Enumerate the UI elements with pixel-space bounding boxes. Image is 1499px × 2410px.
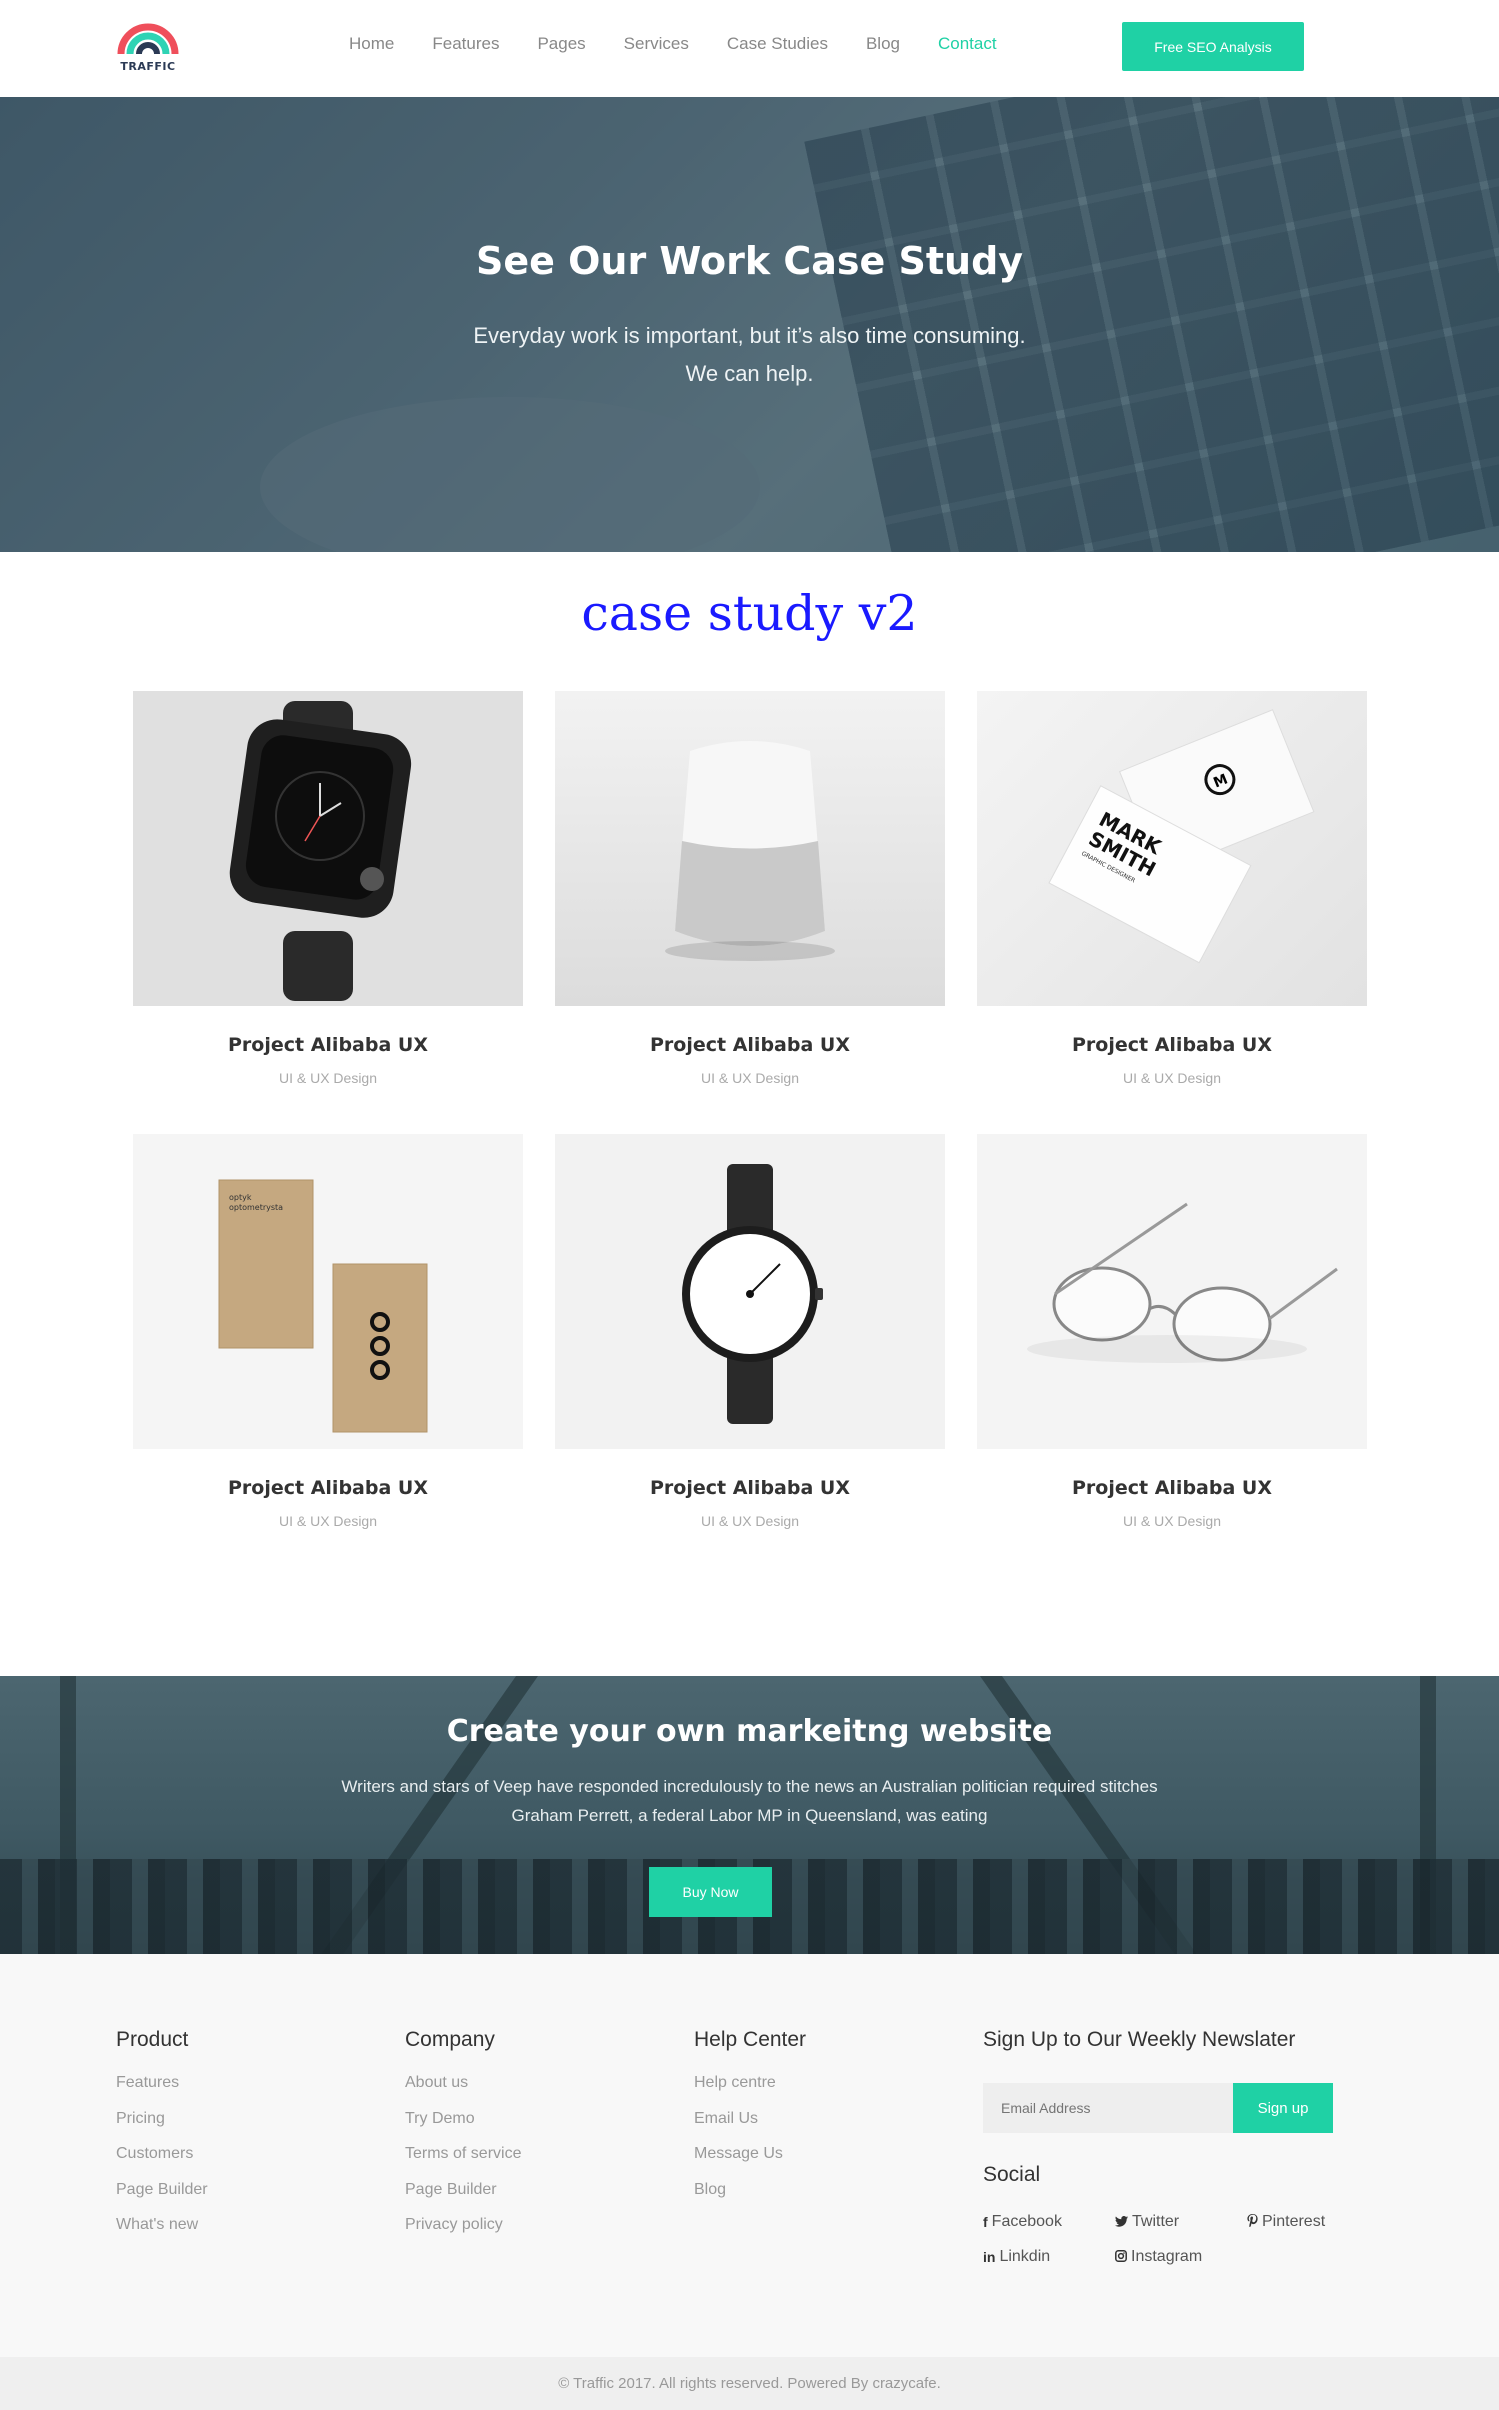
- social-pinterest-link[interactable]: Pinterest: [1247, 2213, 1325, 2231]
- nav-services[interactable]: Services: [624, 34, 689, 54]
- pinterest-icon: [1247, 2214, 1258, 2230]
- project-title: Project Alibaba UX: [228, 1477, 428, 1499]
- twitter-icon: [1115, 2214, 1128, 2230]
- social-twitter-link[interactable]: Twitter: [1115, 2213, 1179, 2231]
- smart-speaker-image: [555, 691, 945, 1006]
- hero-banner: See Our Work Case Study Everyday work is…: [0, 97, 1499, 552]
- nav-pages[interactable]: Pages: [537, 34, 585, 54]
- cta-text: Writers and stars of Veep have responded…: [0, 1772, 1499, 1830]
- nav-blog[interactable]: Blog: [866, 34, 900, 54]
- main-nav: Home Features Pages Services Case Studie…: [349, 34, 997, 54]
- footer-link[interactable]: What's new: [116, 2216, 208, 2252]
- kraft-card-line1: optyk: [229, 1193, 252, 1202]
- cta-title: Create your own markeitng website: [446, 1714, 1053, 1749]
- footer-link[interactable]: Privacy policy: [405, 2216, 521, 2252]
- footer-link[interactable]: Page Builder: [116, 2181, 208, 2217]
- social-label: Linkdin: [999, 2248, 1051, 2265]
- section-title: case study v2: [581, 585, 918, 642]
- footer-product-heading: Product: [116, 2028, 189, 2051]
- footer-link[interactable]: Try Demo: [405, 2110, 521, 2146]
- nav-case-studies[interactable]: Case Studies: [727, 34, 828, 54]
- footer-link[interactable]: Message Us: [694, 2145, 806, 2181]
- logo-text: TRAFFIC: [120, 60, 176, 73]
- footer-link[interactable]: Page Builder: [405, 2181, 521, 2217]
- cta-text-line2: Graham Perrett, a federal Labor MP in Qu…: [511, 1806, 988, 1825]
- social-label: Pinterest: [1262, 2213, 1326, 2230]
- footer-newsletter-column: Sign Up to Our Weekly Newslater: [983, 2028, 1295, 2074]
- newsletter-email-input[interactable]: [983, 2083, 1233, 2133]
- project-card[interactable]: Project Alibaba UX UI & UX Design: [977, 1134, 1367, 1529]
- rainbow-logo-icon: [117, 23, 179, 55]
- footer-link[interactable]: Terms of service: [405, 2145, 521, 2181]
- glasses-image: [977, 1134, 1367, 1449]
- hero-subtitle-line2: We can help.: [685, 361, 814, 386]
- cta-band: Create your own markeitng website Writer…: [0, 1676, 1499, 1954]
- kraft-card-image: optyk optometrysta: [133, 1134, 523, 1449]
- nav-features[interactable]: Features: [432, 34, 499, 54]
- site-footer: Product Features Pricing Customers Page …: [0, 1954, 1499, 2357]
- footer-product-column: Product Features Pricing Customers Page …: [116, 2028, 208, 2252]
- footer-link[interactable]: Pricing: [116, 2110, 208, 2146]
- project-category: UI & UX Design: [1122, 1513, 1222, 1529]
- project-title: Project Alibaba UX: [650, 1034, 850, 1056]
- footer-link[interactable]: About us: [405, 2074, 521, 2110]
- kraft-card-line2: optometrysta: [229, 1203, 283, 1212]
- social-linkedin-link[interactable]: in Linkdin: [983, 2248, 1050, 2266]
- cta-text-line1: Writers and stars of Veep have responded…: [341, 1777, 1158, 1796]
- footer-link[interactable]: Blog: [694, 2181, 806, 2217]
- footer-company-heading: Company: [405, 2028, 495, 2051]
- hero-subtitle: Everyday work is important, but it’s als…: [0, 317, 1499, 393]
- hero-title: See Our Work Case Study: [475, 239, 1024, 283]
- social-label: Facebook: [991, 2213, 1062, 2230]
- project-card[interactable]: M MARK SMITH GRAPHIC DESIGNER Project Al…: [977, 691, 1367, 1086]
- footer-link[interactable]: Email Us: [694, 2110, 806, 2146]
- free-seo-analysis-button[interactable]: Free SEO Analysis: [1122, 22, 1304, 71]
- wristwatch-image: [555, 1134, 945, 1449]
- nav-home[interactable]: Home: [349, 34, 394, 54]
- project-title: Project Alibaba UX: [1072, 1034, 1272, 1056]
- project-card[interactable]: Project Alibaba UX UI & UX Design: [555, 1134, 945, 1529]
- nav-contact[interactable]: Contact: [938, 34, 997, 54]
- facebook-icon: f: [983, 2214, 988, 2230]
- footer-help-heading: Help Center: [694, 2028, 807, 2051]
- project-card[interactable]: Project Alibaba UX UI & UX Design: [555, 691, 945, 1086]
- sign-up-button[interactable]: Sign up: [1233, 2083, 1333, 2133]
- project-card[interactable]: Project Alibaba UX UI & UX Design: [133, 691, 523, 1086]
- social-heading: Social: [983, 2163, 1041, 2186]
- social-label: Twitter: [1132, 2213, 1180, 2230]
- footer-help-column: Help Center Help centre Email Us Message…: [694, 2028, 806, 2216]
- footer-link[interactable]: Help centre: [694, 2074, 806, 2110]
- project-category: UI & UX Design: [278, 1070, 378, 1086]
- newsletter-heading: Sign Up to Our Weekly Newslater: [983, 2028, 1296, 2051]
- social-label: Instagram: [1131, 2248, 1203, 2265]
- site-header: TRAFFIC Home Features Pages Services Cas…: [0, 0, 1499, 97]
- project-title: Project Alibaba UX: [650, 1477, 850, 1499]
- project-card[interactable]: optyk optometrysta Project Alibaba UX UI…: [133, 1134, 523, 1529]
- traffic-logo[interactable]: TRAFFIC: [115, 18, 181, 76]
- footer-link[interactable]: Features: [116, 2074, 208, 2110]
- smartwatch-image: [133, 691, 523, 1006]
- project-category: UI & UX Design: [1122, 1070, 1222, 1086]
- hero-subtitle-line1: Everyday work is important, but it’s als…: [473, 323, 1026, 348]
- buy-now-button[interactable]: Buy Now: [649, 1867, 772, 1917]
- project-category: UI & UX Design: [700, 1070, 800, 1086]
- instagram-icon: [1115, 2249, 1127, 2265]
- footer-link[interactable]: Customers: [116, 2145, 208, 2181]
- project-category: UI & UX Design: [700, 1513, 800, 1529]
- linkedin-icon: in: [983, 2249, 996, 2265]
- footer-company-column: Company About us Try Demo Terms of servi…: [405, 2028, 521, 2252]
- social-facebook-link[interactable]: f Facebook: [983, 2213, 1062, 2231]
- social-instagram-link[interactable]: Instagram: [1115, 2248, 1202, 2266]
- business-card-image: M MARK SMITH GRAPHIC DESIGNER: [977, 691, 1367, 1006]
- project-title: Project Alibaba UX: [228, 1034, 428, 1056]
- copyright-text: © Traffic 2017. All rights reserved. Pow…: [0, 2357, 1499, 2410]
- project-category: UI & UX Design: [278, 1513, 378, 1529]
- project-title: Project Alibaba UX: [1072, 1477, 1272, 1499]
